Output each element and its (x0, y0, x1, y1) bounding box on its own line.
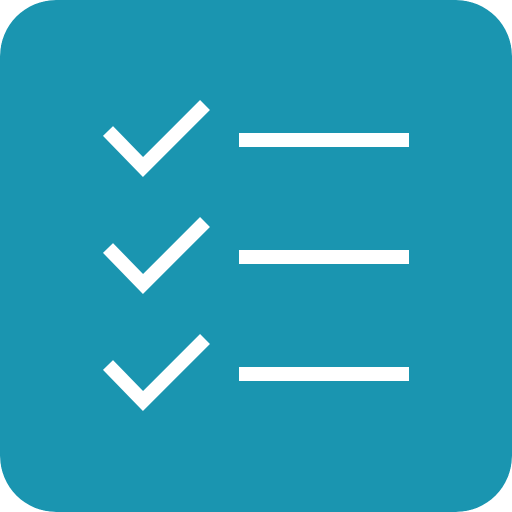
list-line (239, 250, 409, 264)
checklist-app-icon[interactable] (0, 0, 512, 512)
list-line (239, 133, 409, 147)
list-line (239, 367, 409, 381)
checklist-graphic (0, 0, 512, 512)
